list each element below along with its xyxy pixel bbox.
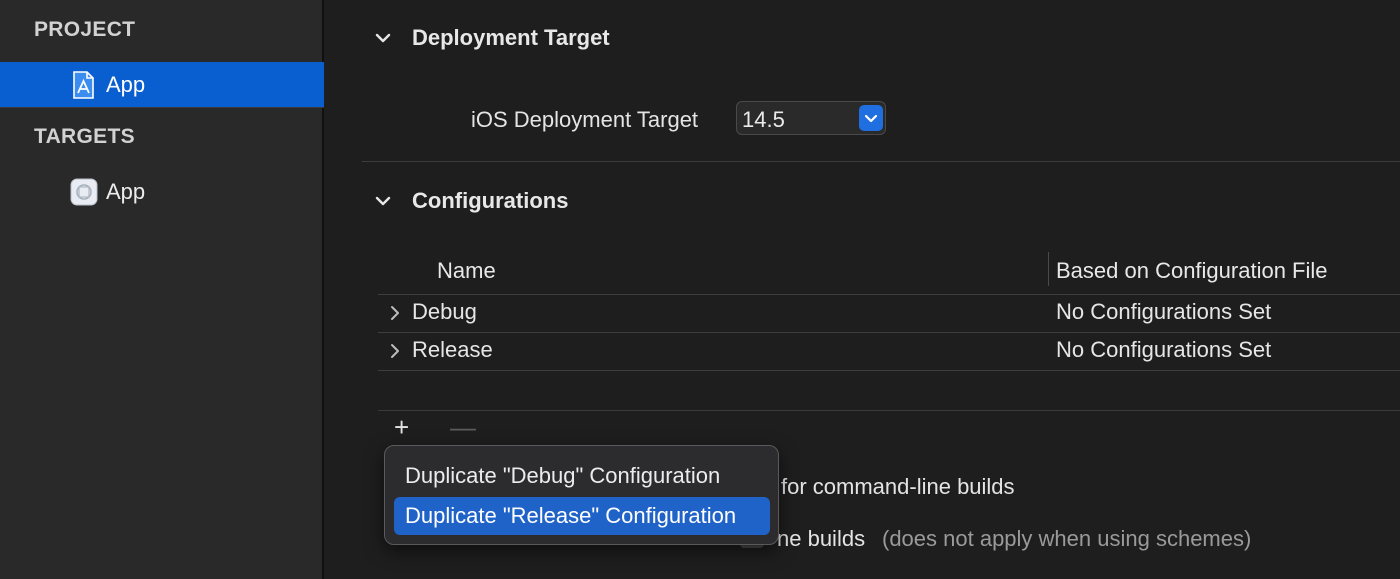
config-name: Debug <box>412 299 477 324</box>
config-name: Release <box>412 337 493 362</box>
sidebar-divider <box>0 107 324 108</box>
config-file: No Configurations Set <box>1056 299 1272 324</box>
command-line-builds-text: for command-line builds <box>781 474 1015 499</box>
menu-item-duplicate-debug[interactable]: Duplicate "Debug" Configuration <box>394 457 770 495</box>
remove-configuration-button[interactable]: — <box>450 412 476 443</box>
navigator-sidebar: PROJECT App TARGETS App <box>0 0 324 579</box>
column-header-config-file[interactable]: Based on Configuration File <box>1056 258 1328 284</box>
menu-item-duplicate-release[interactable]: Duplicate "Release" Configuration <box>394 497 770 535</box>
schemes-note: (does not apply when using schemes) <box>882 526 1252 551</box>
configurations-title: Configurations <box>412 188 569 213</box>
deployment-target-title: Deployment Target <box>412 25 610 50</box>
sidebar-item-label: App <box>106 178 146 204</box>
ios-deployment-target-label: iOS Deployment Target <box>471 107 699 132</box>
xcode-project-icon <box>70 70 96 99</box>
section-divider <box>362 161 1400 162</box>
targets-section-header: TARGETS <box>34 125 135 148</box>
chevron-down-icon[interactable] <box>374 29 392 47</box>
table-footer-divider <box>378 410 1400 411</box>
sidebar-item-project-app[interactable]: App <box>0 62 324 107</box>
ios-deployment-target-popup[interactable]: 14.5 <box>736 101 886 135</box>
configurations-table: Name Based on Configuration File Debug N… <box>378 244 1400 372</box>
chevron-right-icon[interactable] <box>388 305 402 321</box>
chevron-down-icon[interactable] <box>859 105 883 131</box>
sidebar-item-label: App <box>106 71 146 97</box>
table-row[interactable]: Debug No Configurations Set <box>378 294 1400 332</box>
row-divider <box>378 370 1400 371</box>
column-header-name[interactable]: Name <box>437 258 496 284</box>
popup-value: 14.5 <box>742 107 785 132</box>
config-file: No Configurations Set <box>1056 337 1272 362</box>
add-configuration-button[interactable]: + <box>394 412 409 443</box>
app-target-icon <box>70 178 98 206</box>
add-configuration-menu: Duplicate "Debug" Configuration Duplicat… <box>384 445 779 545</box>
chevron-down-icon[interactable] <box>374 192 392 210</box>
builds-text: ne builds <box>777 526 866 551</box>
sidebar-item-target-app[interactable]: App <box>0 169 324 214</box>
chevron-right-icon[interactable] <box>388 343 402 359</box>
table-row[interactable]: Release No Configurations Set <box>378 332 1400 370</box>
project-section-header: PROJECT <box>34 18 136 41</box>
column-separator <box>1048 252 1049 286</box>
